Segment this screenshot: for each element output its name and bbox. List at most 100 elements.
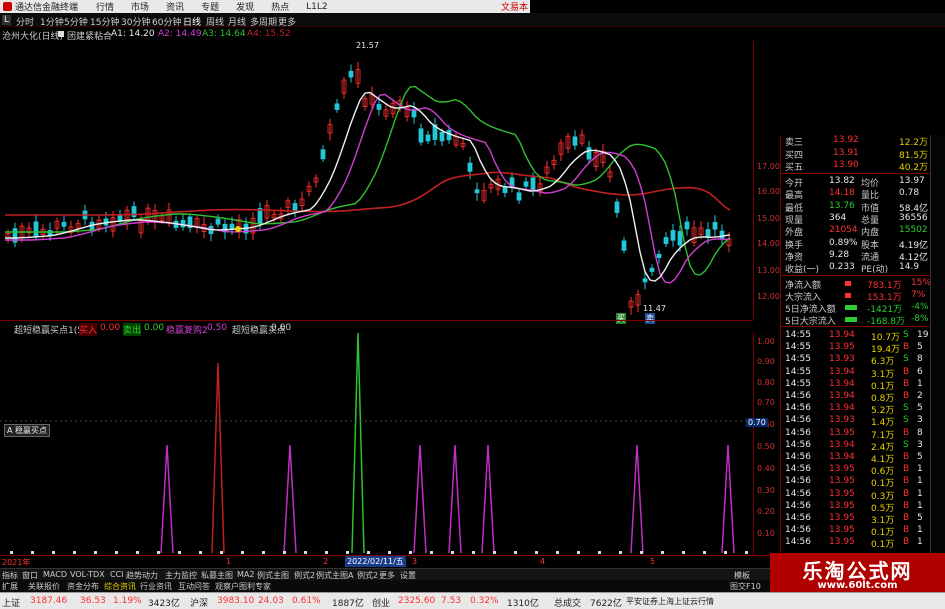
tick-time: 14:56 (785, 476, 811, 487)
baseline-dot (556, 551, 559, 554)
flow-pct: 7% (911, 290, 926, 300)
sz-index-label[interactable]: 沪深 (190, 596, 208, 609)
date-highlight: 2022/02/11/五 (345, 556, 406, 567)
tick-volume: 1.4万 (871, 418, 895, 429)
indicator-name-icon (58, 31, 64, 37)
price-tick: 12.00 (757, 292, 780, 301)
tab-qa[interactable]: 互动问答 (178, 581, 210, 592)
tab-fund-distribution[interactable]: 资金分布 (67, 581, 99, 592)
order-row: 买五 13.90 40.2万 (781, 160, 931, 173)
stat-value: 13.82 (829, 176, 855, 186)
candle-body (523, 181, 529, 187)
ma-a3-value: A3: 14.64 (202, 29, 246, 39)
tick-price: 13.93 (829, 415, 855, 426)
baseline-dot (682, 551, 685, 554)
signal-spike (481, 444, 495, 554)
candle-body (474, 189, 480, 194)
candle-body (229, 223, 235, 230)
order-price: 13.91 (833, 148, 859, 158)
baseline-dot (73, 551, 76, 554)
tick-volume: 0.1万 (871, 479, 895, 490)
app-top-bar: 通达信金融终端 行情 市场 资讯 专题 发现 热点 L1L2 文易本 (0, 0, 530, 13)
stat-row: 外盘 21054 内盘 15502 (781, 225, 931, 238)
tab-ma2[interactable]: MA2 (237, 570, 254, 579)
flow-bar (845, 293, 851, 298)
watermark-url: www.60lt.com (817, 580, 898, 591)
menu-quotes[interactable]: 行情 (96, 0, 114, 13)
menu-hot[interactable]: 热点 (271, 0, 289, 13)
baseline-dot (325, 551, 328, 554)
tab-extend[interactable]: 扩展 (2, 581, 18, 592)
tab-industry-news[interactable]: 行业资讯 (140, 581, 172, 592)
menu-easy-book[interactable]: 文易本 (501, 0, 528, 13)
tick-row: 14:55 13.94 3.1万 B 6 (781, 366, 931, 380)
tick-time: 14:56 (785, 464, 811, 475)
tick-price: 13.95 (829, 537, 855, 548)
tab-cci[interactable]: CCI (110, 570, 124, 579)
high-annotation: 21.57 (356, 41, 379, 50)
tab-f10[interactable]: 图交F10 (730, 581, 761, 592)
tab-vol[interactable]: VOL-TDX (70, 570, 105, 579)
sh-index-label[interactable]: 上证 (2, 596, 20, 609)
tick-row: 14:56 13.95 0.5万 B 1 (781, 500, 931, 514)
baseline-dot (10, 551, 13, 554)
tick-side: S (903, 439, 909, 450)
tick-count: 1 (917, 378, 923, 389)
stat-label: PE(动) (861, 265, 889, 276)
tick-side: B (903, 476, 910, 487)
baseline-dot (703, 551, 706, 554)
stat-value: 13.97 (899, 176, 925, 186)
side-toolbar[interactable] (930, 135, 945, 580)
candle-body (621, 240, 627, 251)
tab-related-quote[interactable]: 关联报价 (28, 581, 60, 592)
price-chart[interactable]: 21.57 11.47 买 卖 (0, 41, 753, 324)
candle-body (663, 237, 669, 244)
tab-general-news[interactable]: 综合资讯 (104, 581, 136, 592)
tick-row: 14:55 13.93 6.3万 S 8 (781, 354, 931, 367)
cy-index-label[interactable]: 创业 (372, 596, 390, 609)
candle-body (467, 162, 473, 172)
app-logo-icon (3, 2, 12, 11)
candle-body (320, 149, 326, 160)
baseline-dot (367, 551, 370, 554)
tick-count: 1 (917, 476, 923, 487)
menu-topics[interactable]: 专题 (201, 0, 219, 13)
tick-row: 14:56 13.94 0.8万 B 2 (781, 391, 931, 404)
back-button[interactable]: L (2, 15, 12, 25)
tick-volume: 0.3万 (871, 491, 895, 502)
indicator-chart[interactable]: A 稳赢买点 (0, 332, 753, 555)
menu-discover[interactable]: 发现 (236, 0, 254, 13)
stat-value: 0.78 (899, 188, 920, 199)
menu-news[interactable]: 资讯 (166, 0, 184, 13)
stat-row: 最高 14.18 量比 0.78 (781, 188, 931, 201)
app-title: 通达信金融终端 (15, 3, 79, 13)
sh-index-pct: 1.19% (113, 596, 142, 606)
menu-market[interactable]: 市场 (131, 0, 149, 13)
sz-index-change: 24.03 (258, 596, 284, 606)
tick-count: 5 (917, 513, 923, 523)
cy-index-value: 2325.60 (398, 596, 436, 606)
status-bar: 上证 3187.46 36.53 1.19% 3423亿 沪深 3983.10 … (0, 592, 945, 609)
cy-index-amount: 1310亿 (507, 599, 539, 609)
tick-side: B (903, 500, 910, 511)
date-year: 2021年 (2, 558, 31, 567)
stat-label: 流通 (861, 252, 880, 263)
tab-expert[interactable]: 观察户图利专家 (215, 581, 271, 592)
stat-row: 现量 364 总量 36556 (781, 213, 931, 226)
date-mark: 2 (323, 557, 329, 566)
divider (781, 326, 931, 327)
stat-label: 股本 (861, 240, 880, 251)
sh-index-change: 36.53 (80, 596, 106, 606)
watermark-banner: 乐淘公式网 www.60lt.com (770, 553, 945, 593)
indicator2-value: 0.00 (271, 323, 292, 333)
stat-row: 今开 13.82 均价 13.97 (781, 176, 931, 189)
indicator-tag[interactable]: A 稳赢买点 (4, 424, 51, 437)
baseline-dot (661, 551, 664, 554)
date-axis: 2021年 1 2 3 4 5 2022/02/11/五 (0, 555, 780, 567)
candle-body (705, 229, 711, 237)
menu-l1l2[interactable]: L1L2 (306, 2, 327, 12)
tab-macd[interactable]: MACD (43, 570, 67, 579)
tick-side: B (903, 366, 910, 377)
tick-count: 2 (917, 391, 923, 401)
flow-row: 5日净流入额 -1421万 -4% (781, 302, 931, 315)
